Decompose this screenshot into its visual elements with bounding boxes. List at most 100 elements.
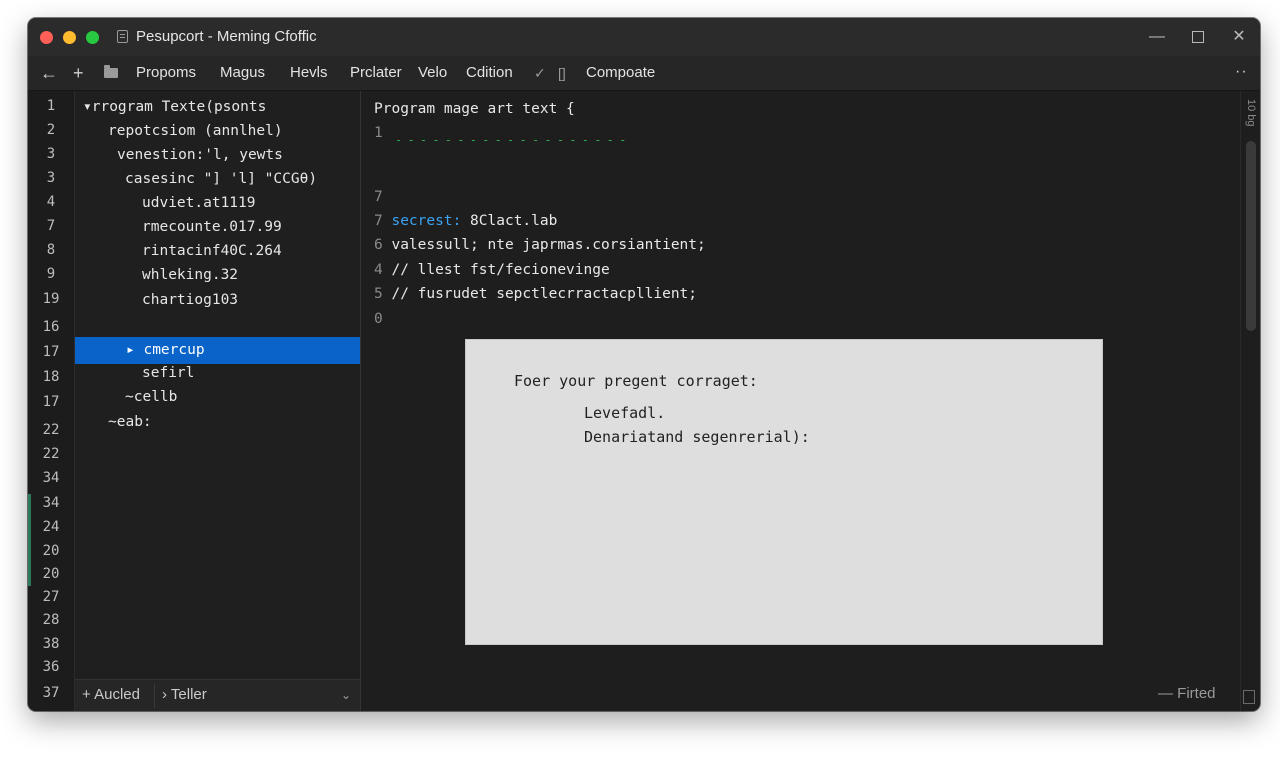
line-number: 22 <box>42 422 60 438</box>
line-number: 19 <box>42 291 60 307</box>
code-line: 4 // llest fst/fecionevinge <box>374 260 610 280</box>
tree-item[interactable]: casesinc "] 'l] "CCGθ) <box>75 167 360 191</box>
right-rail: 10 bg <box>1240 91 1260 711</box>
footer-divider <box>154 684 155 708</box>
line-number: 34 <box>42 470 60 486</box>
panel-icon[interactable] <box>1243 690 1255 704</box>
zoom-traffic-light[interactable] <box>86 31 99 44</box>
menu-hevls[interactable]: Hevls <box>290 56 328 90</box>
line-number: 37 <box>42 685 60 701</box>
more-options-icon[interactable]: ·· <box>1235 56 1248 88</box>
check-icon[interactable]: ✓ <box>534 56 546 90</box>
line-number: 3 <box>46 170 56 186</box>
close-button[interactable]: ✕ <box>1228 26 1250 48</box>
minimize-traffic-light[interactable] <box>63 31 76 44</box>
code-line-number: 7 <box>374 213 383 229</box>
tree-item[interactable]: sefirl <box>75 361 360 385</box>
document-icon <box>117 30 128 43</box>
line-number: 38 <box>42 636 60 652</box>
line-number: 16 <box>42 319 60 335</box>
code-line: 0 <box>374 309 383 329</box>
title-bar: Pesupcort - Meming Cfoffic — ✕ <box>28 18 1260 57</box>
dialog-line: Denariatand segenrerial): <box>584 428 810 446</box>
tree-item[interactable]: chartiog103 <box>75 288 360 312</box>
tree-item[interactable]: ~cellb <box>75 385 360 409</box>
dashed-underline: - - - - - - - - - - - - - - - - - - - <box>395 133 626 147</box>
code-text: // llest fst/fecionevinge <box>382 262 610 278</box>
code-line: 7 secrest: 8Clact.lab <box>374 211 557 231</box>
line-number: 18 <box>42 369 60 385</box>
tree-footer: + Aucled › Teller ⌄ <box>75 679 361 711</box>
code-line-number: 4 <box>374 262 383 278</box>
line-number: 9 <box>46 266 56 282</box>
code-line-number: 0 <box>374 311 383 327</box>
line-number: 28 <box>42 612 60 628</box>
rail-label: 10 bg <box>1245 99 1257 127</box>
line-number: 3 <box>46 146 56 162</box>
code-line: 5 // fusrudet sepctlecrractacpllient; <box>374 284 697 304</box>
line-number: 24 <box>42 519 60 535</box>
line-number: 4 <box>46 194 56 210</box>
status-text: — Firted <box>1158 685 1216 702</box>
clipboard-icon[interactable]: [] <box>558 56 566 90</box>
add-tab-button[interactable]: + Aucled <box>82 680 140 710</box>
back-arrow-icon[interactable]: ← <box>40 62 58 84</box>
line-number: 27 <box>42 589 60 605</box>
menu-compoate[interactable]: Compoate <box>586 56 655 90</box>
code-text: // fusrudet sepctlecrractacpllient; <box>382 286 698 302</box>
code-line-number: 5 <box>374 286 383 302</box>
code-line-number: 7 <box>374 189 383 205</box>
tree-item[interactable]: rmecounte.017.99 <box>75 215 360 239</box>
line-number: 20 <box>42 566 60 582</box>
tree-item[interactable]: ▾rrogram Texte(psonts <box>75 95 360 119</box>
code-line: 7 <box>374 187 383 207</box>
line-number: 36 <box>42 659 60 675</box>
code-text: 8Clact.lab <box>461 213 558 229</box>
tree-item[interactable]: whleking.32 <box>75 263 360 287</box>
editor-header-line: Program mage art text { <box>374 101 575 117</box>
add-icon[interactable]: + <box>73 62 84 84</box>
maximize-icon <box>1192 30 1204 43</box>
tree-item[interactable]: udviet.at1119 <box>75 191 360 215</box>
code-line-number: 1 <box>374 125 383 141</box>
tree-item[interactable]: rintacinf40C.264 <box>75 239 360 263</box>
code-line-number: 6 <box>374 237 383 253</box>
folder-icon[interactable] <box>104 65 118 78</box>
menu-cdition[interactable]: Cdition <box>466 56 513 90</box>
line-number: 22 <box>42 446 60 462</box>
vertical-scrollbar[interactable] <box>1246 141 1256 331</box>
code-line: 1 <box>374 123 383 143</box>
line-number: 1 <box>46 98 56 114</box>
line-number: 20 <box>42 543 60 559</box>
dialog-title: Foer your pregent corraget: <box>514 372 758 390</box>
toolbar: ← + Propoms Magus Hevls Prclater Velo Cd… <box>28 56 1260 91</box>
dialog-line: Levefadl. <box>584 404 666 422</box>
window-title: Pesupcort - Meming Cfoffic <box>136 28 317 45</box>
tree-item-selected[interactable]: ▸ cmercup <box>75 337 360 364</box>
menu-velo[interactable]: Velo <box>418 56 447 90</box>
tree-item[interactable]: venestion:'l, yewts <box>75 143 360 167</box>
code-line: 6 valessull; nte japrmas.corsiantient; <box>374 235 706 255</box>
code-keyword: secrest: <box>391 213 462 229</box>
code-text: valessull; nte japrmas.corsiantient; <box>382 237 706 253</box>
menu-prclater[interactable]: Prclater <box>350 56 402 90</box>
line-number-gutter: 1 2 3 3 4 7 8 9 19 16 17 18 17 22 22 34 … <box>28 91 75 711</box>
app-window: Pesupcort - Meming Cfoffic — ✕ ← + Propo… <box>28 18 1260 711</box>
code-editor[interactable]: Program mage art text { - - - - - - - - … <box>361 91 1240 711</box>
chevron-down-icon[interactable]: ⌄ <box>341 680 351 710</box>
minimize-button[interactable]: — <box>1146 26 1168 48</box>
teller-tab-button[interactable]: › Teller <box>162 680 207 710</box>
maximize-button[interactable] <box>1187 26 1209 48</box>
tree-item[interactable]: ~eab: <box>75 410 360 434</box>
menu-magus[interactable]: Magus <box>220 56 265 90</box>
line-number: 17 <box>42 394 60 410</box>
line-number: 34 <box>42 495 60 511</box>
dialog-panel: Foer your pregent corraget: Levefadl. De… <box>465 339 1103 645</box>
menu-propoms[interactable]: Propoms <box>136 56 196 90</box>
line-number: 8 <box>46 242 56 258</box>
line-number: 7 <box>46 218 56 234</box>
line-number: 2 <box>46 122 56 138</box>
close-traffic-light[interactable] <box>40 31 53 44</box>
tree-item[interactable]: repotcsiom (annlhel) <box>75 119 360 143</box>
outline-tree: ▾rrogram Texte(psonts repotcsiom (annlhe… <box>75 91 361 679</box>
